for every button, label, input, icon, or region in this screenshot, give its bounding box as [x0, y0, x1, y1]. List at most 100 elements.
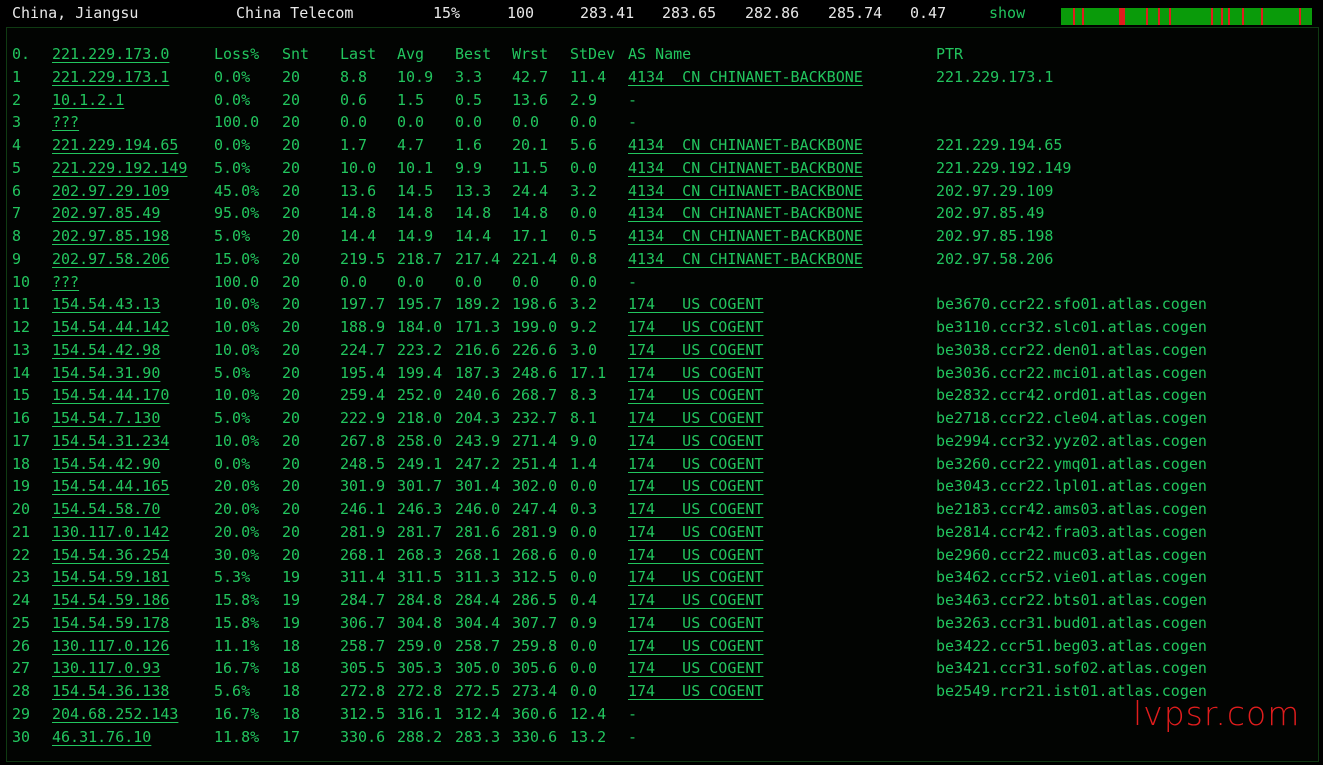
hop-last: 222.9: [340, 409, 386, 427]
hop-ip-link[interactable]: 10.1.2.1: [52, 91, 124, 110]
hop-as-name-link[interactable]: 4134 CN CHINANET-BACKBONE: [628, 68, 863, 87]
hop-stdev: 0.0: [570, 545, 598, 564]
hop-ip-link[interactable]: 154.54.36.254: [52, 546, 169, 565]
hop-loss: 15.8%: [214, 613, 260, 632]
hop-index: 17: [12, 431, 31, 450]
hop-ip-link[interactable]: 221.229.194.65: [52, 136, 178, 155]
hop-as-name-link[interactable]: 174 US COGENT: [628, 364, 763, 383]
hop-as-name-link[interactable]: 174 US COGENT: [628, 455, 763, 474]
hop-ip-link[interactable]: 154.54.42.90: [52, 455, 160, 474]
summary-loss: 15%: [433, 4, 461, 22]
hop-ip-link[interactable]: 202.97.85.198: [52, 227, 169, 246]
hop-as-name-link[interactable]: 4134 CN CHINANET-BACKBONE: [628, 204, 863, 223]
hop-sent: 20: [282, 318, 301, 336]
hop-ip-link[interactable]: 154.54.7.130: [52, 409, 160, 428]
hop-loss: 10.0%: [214, 386, 260, 405]
hop-ptr: be2183.ccr42.ams03.atlas.cogen: [936, 500, 1207, 518]
hop-ip-link[interactable]: 154.54.44.142: [52, 318, 169, 337]
hop-sent: 20: [282, 409, 301, 427]
hop-worst: 268.6: [512, 545, 558, 564]
hop-sent: 20: [282, 386, 301, 405]
hop-stdev: 0.0: [570, 204, 598, 223]
hop-as-name-link[interactable]: 174 US COGENT: [628, 546, 763, 565]
hop-index: 1: [12, 67, 22, 86]
hop-as-name-link[interactable]: 174 US COGENT: [628, 386, 763, 405]
hop-index: 21: [12, 522, 31, 541]
hop-sent: 20: [282, 136, 301, 154]
hop-ip-link[interactable]: ???: [52, 113, 79, 132]
hop-ip-link[interactable]: 154.54.59.186: [52, 591, 169, 610]
hop-ip-link[interactable]: 154.54.31.90: [52, 364, 160, 383]
hop-as-name-link[interactable]: 174 US COGENT: [628, 432, 763, 451]
hop-as-name-link[interactable]: 174 US COGENT: [628, 341, 763, 360]
hop-worst: 259.8: [512, 636, 558, 655]
hop-as-name-link[interactable]: 4134 CN CHINANET-BACKBONE: [628, 159, 863, 178]
hop-as-name-link[interactable]: 4134 CN CHINANET-BACKBONE: [628, 227, 863, 246]
hop-index: 18: [12, 454, 31, 473]
hop-as-name-link[interactable]: 174 US COGENT: [628, 568, 763, 587]
hop-stdev: 13.2: [570, 727, 607, 746]
hop-worst: 13.6: [512, 90, 549, 109]
hop-last: 0.0: [340, 113, 368, 132]
hop-ip-link[interactable]: 130.117.0.126: [52, 637, 169, 656]
hop-ip-link[interactable]: 46.31.76.10: [52, 728, 151, 747]
hop-ip-link[interactable]: 204.68.252.143: [52, 705, 178, 724]
hop-as-name-link[interactable]: 174 US COGENT: [628, 500, 763, 519]
hop-as-name-link[interactable]: 4134 CN CHINANET-BACKBONE: [628, 250, 863, 269]
hop-as-name-link[interactable]: 174 US COGENT: [628, 409, 763, 428]
hop-as-name-link[interactable]: 174 US COGENT: [628, 477, 763, 496]
hop-ip-link[interactable]: 154.54.42.98: [52, 341, 160, 360]
show-toggle-link[interactable]: show: [989, 5, 1025, 22]
hop-loss: 5.0%: [214, 409, 251, 427]
hop-best: 247.2: [455, 454, 501, 473]
hop-ip-link[interactable]: 130.117.0.142: [52, 523, 169, 542]
hop-avg: 218.0: [397, 409, 443, 427]
hop-ip-link[interactable]: 154.54.43.13: [52, 295, 160, 314]
hop-best: 240.6: [455, 386, 501, 405]
hop-sent: 20: [282, 363, 301, 382]
hop-ip-link[interactable]: 130.117.0.93: [52, 659, 160, 678]
isp-label: China Telecom: [236, 4, 354, 22]
hop-as-name-link[interactable]: 4134 CN CHINANET-BACKBONE: [628, 136, 863, 155]
hop-avg: 259.0: [397, 636, 443, 655]
hop-as-name-link[interactable]: 174 US COGENT: [628, 295, 763, 314]
header-target-ip-link[interactable]: 221.229.173.0: [52, 45, 169, 64]
hop-ip-link[interactable]: 221.229.192.149: [52, 159, 187, 178]
hop-ip-link[interactable]: 202.97.85.49: [52, 204, 160, 223]
hop-ip-link[interactable]: 154.54.44.165: [52, 477, 169, 496]
hop-as-name-link[interactable]: 174 US COGENT: [628, 318, 763, 337]
hop-as-name-link[interactable]: 174 US COGENT: [628, 659, 763, 678]
hop-ip-link[interactable]: 202.97.29.109: [52, 182, 169, 201]
hop-ip-link[interactable]: 154.54.59.181: [52, 568, 169, 587]
hop-ip-link[interactable]: 154.54.58.70: [52, 500, 160, 519]
hop-ip-link[interactable]: 154.54.31.234: [52, 432, 169, 451]
hop-stdev: 11.4: [570, 67, 607, 86]
hop-as-name-link[interactable]: 174 US COGENT: [628, 591, 763, 610]
hop-as-name-link[interactable]: 174 US COGENT: [628, 682, 763, 701]
hop-index: 6: [12, 181, 22, 200]
hop-ptr: be2814.ccr42.fra03.atlas.cogen: [936, 522, 1207, 541]
hop-as-name-link[interactable]: 174 US COGENT: [628, 614, 763, 633]
loss-spike: [1169, 8, 1171, 25]
hop-sent: 20: [282, 340, 301, 359]
hop-ip-link[interactable]: 202.97.58.206: [52, 250, 169, 269]
hop-ptr: be3422.ccr51.beg03.atlas.cogen: [936, 636, 1207, 655]
loss-spike: [1261, 8, 1263, 25]
hop-as-name-link[interactable]: 174 US COGENT: [628, 523, 763, 542]
hop-worst: 247.4: [512, 500, 558, 518]
hop-best: 0.5: [455, 90, 483, 109]
hop-as-name-link[interactable]: 174 US COGENT: [628, 637, 763, 656]
hop-last: 0.6: [340, 90, 368, 109]
loss-spike: [1221, 8, 1223, 25]
hop-ip-link[interactable]: ???: [52, 273, 79, 292]
hop-ip-link[interactable]: 221.229.173.1: [52, 68, 169, 87]
hop-best: 243.9: [455, 431, 501, 450]
hop-as-name-link[interactable]: 4134 CN CHINANET-BACKBONE: [628, 182, 863, 201]
hop-ip-link[interactable]: 154.54.36.138: [52, 682, 169, 701]
hop-stdev: 0.5: [570, 227, 598, 245]
hop-stdev: 0.4: [570, 591, 598, 609]
hop-ip-link[interactable]: 154.54.59.178: [52, 614, 169, 633]
hop-worst: 312.5: [512, 568, 558, 587]
hop-worst: 281.9: [512, 522, 558, 541]
hop-ip-link[interactable]: 154.54.44.170: [52, 386, 169, 405]
